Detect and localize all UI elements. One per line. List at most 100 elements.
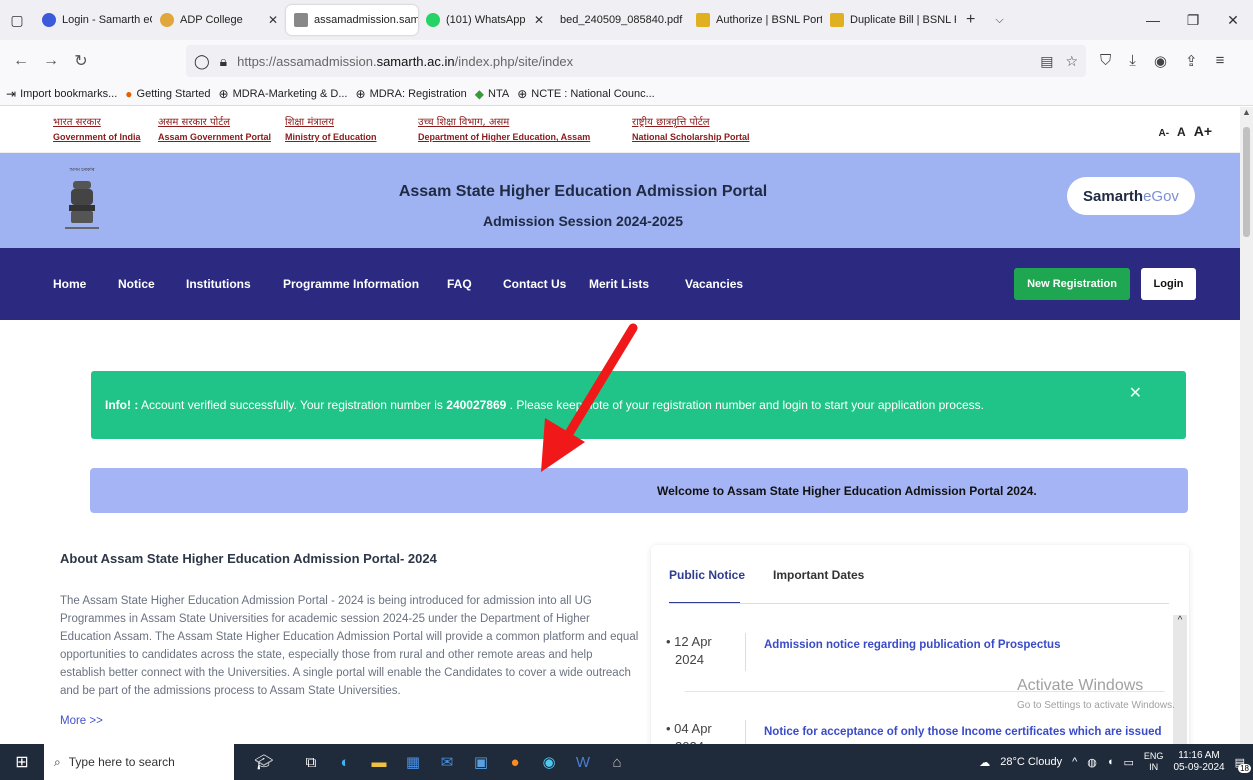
browser-tab[interactable]: Authorize | BSNL Porta ✕ — [688, 5, 822, 35]
menu-icon[interactable]: ≡ — [1216, 52, 1225, 70]
app-icon[interactable]: ⌂ — [600, 744, 634, 780]
scroll-up-icon[interactable]: ▲ — [1240, 107, 1253, 117]
pocket-icon[interactable]: ⛉ — [1100, 52, 1111, 70]
bookmark-star-icon[interactable]: ☆ — [1065, 53, 1078, 70]
notification-icon[interactable]: ▤ 18 — [1235, 756, 1251, 773]
edge-icon[interactable]: ◐ — [328, 744, 362, 780]
samarth-egov-logo[interactable]: Samarth eGov — [1067, 177, 1195, 215]
minimize-icon[interactable]: — — [1133, 12, 1173, 29]
gov-link-nsp[interactable]: राष्ट्रीय छात्रवृत्ति पोर्टल National Sc… — [632, 116, 750, 144]
gov-link-assam[interactable]: असम सरकार पोर्टल Assam Government Portal — [158, 116, 271, 144]
language-region: IN — [1149, 762, 1159, 772]
tab-list-icon[interactable]: ▢ — [0, 12, 34, 29]
chevron-down-icon[interactable]: ⌵ — [985, 14, 1013, 27]
graduation-cap-icon[interactable]: 🎓︎ — [234, 744, 294, 780]
back-icon[interactable]: ← — [6, 52, 36, 70]
more-link[interactable]: More >> — [60, 715, 103, 727]
firefox-icon: ● — [125, 86, 133, 101]
font-normal-button[interactable]: A — [1177, 125, 1186, 139]
scroll-up-icon[interactable]: ^ — [1173, 615, 1187, 626]
download-icon[interactable]: ⤓ — [1129, 52, 1136, 70]
forward-icon[interactable]: → — [36, 52, 66, 70]
nav-institutions[interactable]: Institutions — [186, 277, 251, 291]
nav-vacancies[interactable]: Vacancies — [685, 277, 743, 291]
display-icon[interactable]: ▭ — [1124, 756, 1134, 769]
file-explorer-icon[interactable]: ▬ — [362, 744, 396, 780]
windows-start-icon[interactable]: ⊞ — [0, 752, 44, 772]
extensions-icon[interactable]: ⇪ — [1185, 52, 1198, 70]
notice-year: 2024 — [675, 652, 704, 667]
login-button[interactable]: Login — [1141, 268, 1196, 300]
browser-tab[interactable]: (101) WhatsApp ✕ — [418, 5, 552, 35]
gov-link-india[interactable]: भारत सरकार Government of India — [53, 116, 141, 144]
browser-tab-active[interactable]: assamadmission.sama ✕ — [286, 5, 418, 35]
reload-icon[interactable]: ↻ — [66, 51, 96, 71]
mail-icon[interactable]: ✉ — [430, 744, 464, 780]
bookmark-getting-started[interactable]: ● Getting Started — [125, 87, 210, 101]
url-prefix: https://assamadmission. — [237, 53, 377, 69]
close-icon[interactable]: ✕ — [1129, 383, 1142, 403]
bookmark-import[interactable]: ⇥ Import bookmarks... — [6, 87, 117, 101]
account-icon[interactable]: ◉ — [1154, 52, 1167, 70]
calendar-icon[interactable]: ▦ — [396, 744, 430, 780]
close-icon[interactable]: ✕ — [528, 13, 544, 27]
bookmark-mdra-registration[interactable]: ⊕ MDRA: Registration — [356, 87, 467, 101]
browser-tab[interactable]: Duplicate Bill | BSNL P ✕ — [822, 5, 956, 35]
browser-tab[interactable]: Login - Samarth eGov ✕ — [34, 5, 152, 35]
language-indicator[interactable]: ENG IN — [1144, 751, 1164, 773]
page-scrollbar[interactable]: ▲ — [1240, 107, 1253, 744]
site-header: অসম চৰকাৰ Assam State Higher Education A… — [0, 153, 1240, 248]
reader-view-icon[interactable]: ▤ — [1040, 53, 1053, 70]
nta-icon: ◆ — [474, 86, 484, 101]
network-app-icon[interactable]: ▣ — [464, 744, 498, 780]
nav-merit-lists[interactable]: Merit Lists — [589, 277, 649, 291]
gov-link-dhe[interactable]: उच्च शिक्षा विभाग, असम Department of Hig… — [418, 116, 590, 144]
task-view-icon[interactable]: ⧉ — [294, 744, 328, 780]
gov-link-english: Government of India — [53, 132, 141, 142]
notice-date: • 04 Apr 2024 — [666, 720, 736, 744]
scrollbar-thumb[interactable] — [1243, 127, 1250, 237]
lock-icon[interactable]: 🔒︎ — [220, 53, 227, 70]
close-window-icon[interactable]: ✕ — [1213, 12, 1253, 29]
restore-icon[interactable]: ❐ — [1173, 12, 1213, 29]
brand-part2: eGov — [1143, 187, 1179, 205]
nav-programme-information[interactable]: Programme Information — [283, 277, 419, 291]
bookmark-mdra-marketing[interactable]: ⊕ MDRA-Marketing & D... — [219, 87, 348, 101]
clock[interactable]: 11:16 AM 05-09-2024 — [1173, 750, 1224, 774]
network-icon[interactable]: ◍ — [1087, 756, 1097, 769]
new-registration-button[interactable]: New Registration — [1014, 268, 1130, 300]
url-host: samarth.ac.in — [376, 53, 455, 69]
volume-icon[interactable]: ◖ — [1107, 756, 1114, 768]
browser-tab[interactable]: bed_240509_085840.pdf ✕ — [552, 5, 688, 35]
tray-chevron-icon[interactable]: ^ — [1072, 756, 1077, 768]
font-increase-button[interactable]: A+ — [1194, 123, 1212, 139]
bookmark-label: Getting Started — [136, 87, 211, 100]
bookmark-ncte[interactable]: ⊕ NCTE : National Counc... — [517, 87, 655, 101]
gov-link-moe[interactable]: शिक्षा मंत्रालय Ministry of Education — [285, 116, 377, 144]
tab-public-notice[interactable]: Public Notice — [669, 568, 745, 582]
notice-link[interactable]: Notice for acceptance of only those Inco… — [764, 726, 1162, 738]
firefox-taskbar-icon[interactable]: ● — [498, 744, 532, 780]
close-icon[interactable]: ✕ — [262, 13, 278, 27]
activate-windows-watermark: Activate Windows — [1017, 677, 1144, 694]
nav-notice[interactable]: Notice — [118, 277, 155, 291]
taskbar-search-box[interactable]: ⌕ Type here to search — [44, 744, 234, 780]
adp-favicon-icon — [160, 13, 174, 27]
notice-scrollbar[interactable]: ^ — [1173, 615, 1187, 744]
nav-contact-us[interactable]: Contact Us — [503, 277, 566, 291]
weather-text[interactable]: 28°C Cloudy — [1000, 756, 1062, 768]
notification-count: 18 — [1238, 763, 1251, 773]
word-icon[interactable]: W — [566, 744, 600, 780]
notice-link[interactable]: Admission notice regarding publication o… — [764, 639, 1060, 651]
nav-home[interactable]: Home — [53, 277, 86, 291]
address-bar[interactable]: ◯ 🔒︎ https://assamadmission. samarth.ac.i… — [186, 45, 1086, 77]
new-tab-icon[interactable]: + — [956, 11, 985, 29]
browser-tab[interactable]: ADP College ✕ — [152, 5, 286, 35]
tab-important-dates[interactable]: Important Dates — [773, 568, 864, 582]
nav-faq[interactable]: FAQ — [447, 277, 472, 291]
font-decrease-button[interactable]: A- — [1158, 128, 1169, 139]
teams-icon[interactable]: ◉ — [532, 744, 566, 780]
gov-links-strip: भारत सरकार Government of India असम सरकार… — [0, 107, 1240, 153]
bookmark-nta[interactable]: ◆ NTA — [475, 87, 509, 101]
weather-icon[interactable]: ☁ — [979, 756, 990, 769]
